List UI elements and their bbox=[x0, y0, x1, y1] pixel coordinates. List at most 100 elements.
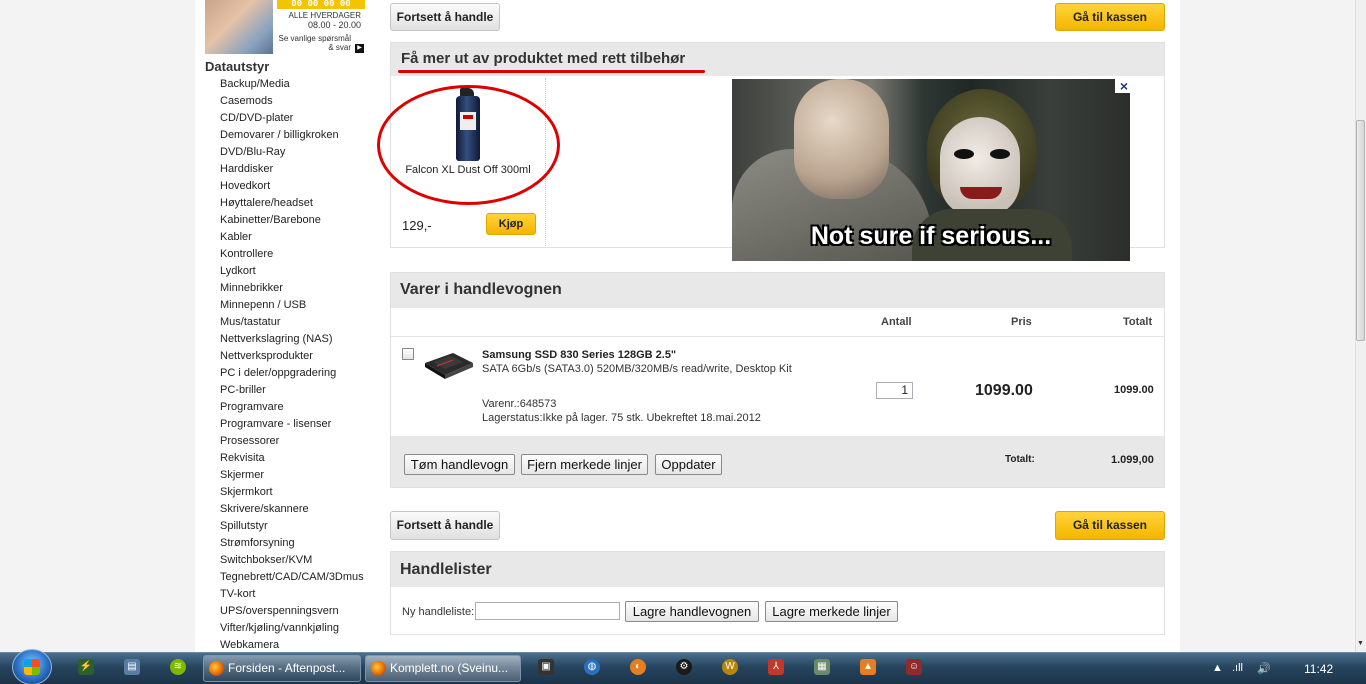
media-icon[interactable]: ◐ bbox=[630, 659, 646, 675]
sidebar-item[interactable]: Skjermkort bbox=[220, 486, 364, 503]
globe-icon[interactable]: ◍ bbox=[584, 659, 600, 675]
empty-cart-button[interactable]: Tøm handlevogn bbox=[404, 454, 515, 475]
cart-item-description: SATA 6Gb/s (SATA3.0) 520MB/320MB/s read/… bbox=[482, 363, 792, 375]
sidebar-item[interactable]: Skjermer bbox=[220, 469, 364, 486]
sidebar-item[interactable]: Programvare bbox=[220, 401, 364, 418]
sidebar-item[interactable]: Spillutstyr bbox=[220, 520, 364, 537]
notepad-icon[interactable]: ▤ bbox=[124, 659, 140, 675]
start-button[interactable] bbox=[12, 649, 52, 684]
continue-shopping-button-bottom[interactable]: Fortsett å handle bbox=[390, 511, 500, 540]
terminal-icon[interactable]: ▣ bbox=[538, 659, 554, 675]
support-promo[interactable]: 00 00 00 00 ALLE HVERDAGER 08.00 - 20.00… bbox=[205, 0, 365, 54]
sidebar-item[interactable]: Nettverksprodukter bbox=[220, 350, 364, 367]
buy-button[interactable]: Kjøp bbox=[486, 213, 536, 235]
close-icon[interactable]: × bbox=[1115, 79, 1133, 93]
sidebar-item[interactable]: UPS/overspenningsvern bbox=[220, 605, 364, 622]
red-underline-annotation bbox=[398, 70, 705, 73]
sidebar-item[interactable]: Kabler bbox=[220, 231, 364, 248]
sidebar-item[interactable]: Programvare - lisenser bbox=[220, 418, 364, 435]
save-marked-button[interactable]: Lagre merkede linjer bbox=[765, 601, 898, 622]
signal-icon[interactable]: .ıll bbox=[1232, 662, 1243, 674]
sidebar-item[interactable]: Strømforsyning bbox=[220, 537, 364, 554]
row-select-checkbox[interactable] bbox=[402, 348, 414, 360]
new-list-label: Ny handleliste: bbox=[402, 606, 475, 618]
cart-item-price: 1099.00 bbox=[975, 382, 1033, 399]
checkout-button-top[interactable]: Gå til kassen bbox=[1055, 3, 1165, 31]
continue-shopping-button-top[interactable]: Fortsett å handle bbox=[390, 3, 500, 31]
support-phone: 00 00 00 00 bbox=[277, 0, 365, 9]
tray-arrow-icon[interactable]: ▲ bbox=[1212, 662, 1223, 674]
cart-sum-label: Totalt: bbox=[1005, 454, 1035, 465]
column-total-header: Totalt bbox=[1123, 316, 1153, 328]
cart-item-total: 1099.00 bbox=[1114, 384, 1154, 396]
checkout-button-bottom[interactable]: Gå til kassen bbox=[1055, 511, 1165, 540]
accessory-title: Få mer ut av produktet med rett tilbehør bbox=[401, 50, 686, 67]
app-icon[interactable]: ☺ bbox=[906, 659, 922, 675]
sidebar-item[interactable]: Mus/tastatur bbox=[220, 316, 364, 333]
sidebar-item[interactable]: Tegnebrett/CAD/CAM/3Dmus bbox=[220, 571, 364, 588]
sidebar-item[interactable]: Webkamera bbox=[220, 639, 364, 652]
red-circle-annotation bbox=[377, 85, 560, 205]
shopping-lists-title: Handlelister bbox=[400, 561, 492, 578]
sidebar-category-list: Backup/Media Casemods CD/DVD-plater Demovar… bbox=[220, 78, 364, 652]
cart-item-sku: Varenr.:648573 bbox=[482, 398, 557, 410]
sidebar-item[interactable]: Høyttalere/headset bbox=[220, 197, 364, 214]
ssd-product-image[interactable] bbox=[423, 351, 475, 380]
sidebar-item[interactable]: Minnepenn / USB bbox=[220, 299, 364, 316]
accessory-price: 129,- bbox=[402, 218, 432, 233]
cart-item-stock: Lagerstatus:Ikke på lager. 75 stk. Ubekr… bbox=[482, 412, 761, 424]
play-arrow-icon[interactable]: ▶ bbox=[355, 44, 364, 53]
sidebar-item[interactable]: Backup/Media bbox=[220, 78, 364, 95]
sidebar-item[interactable]: Harddisker bbox=[220, 163, 364, 180]
sidebar-item[interactable]: Hovedkort bbox=[220, 180, 364, 197]
sidebar-item[interactable]: Kontrollere bbox=[220, 248, 364, 265]
spotify-icon[interactable]: ≋ bbox=[170, 659, 186, 675]
sidebar-title[interactable]: Datautstyr bbox=[205, 59, 269, 74]
sidebar-item[interactable]: Rekvisita bbox=[220, 452, 364, 469]
save-cart-button[interactable]: Lagre handlevognen bbox=[625, 601, 759, 622]
table-divider bbox=[391, 336, 1164, 337]
wow-icon[interactable]: W bbox=[722, 659, 738, 675]
scroll-down-arrow-icon[interactable]: ▼ bbox=[1356, 640, 1365, 650]
sidebar-item[interactable]: Skrivere/skannere bbox=[220, 503, 364, 520]
sidebar-item[interactable]: Casemods bbox=[220, 95, 364, 112]
pdf-icon[interactable]: ⅄ bbox=[768, 659, 784, 675]
meme-caption: Not sure if serious... bbox=[810, 222, 1052, 250]
sidebar-item[interactable]: CD/DVD-plater bbox=[220, 112, 364, 129]
sidebar-item[interactable]: Prosessorer bbox=[220, 435, 364, 452]
faq-link[interactable]: Se vanlige spørsmål & svar bbox=[273, 34, 351, 52]
taskbar-window-aftenposten[interactable]: Forsiden - Aftenpost... bbox=[203, 655, 361, 682]
sidebar-item[interactable]: DVD/Blu-Ray bbox=[220, 146, 364, 163]
firefox-icon bbox=[209, 661, 224, 676]
cart-item-name[interactable]: Samsung SSD 830 Series 128GB 2.5" bbox=[482, 349, 676, 361]
support-person-image bbox=[205, 0, 273, 54]
sidebar-item[interactable]: Vifter/kjøling/vannkjøling bbox=[220, 622, 364, 639]
column-qty-header: Antall bbox=[881, 316, 912, 328]
new-list-input[interactable] bbox=[475, 602, 620, 620]
volume-icon[interactable]: 🔊 bbox=[1257, 662, 1271, 675]
sidebar-item[interactable]: PC i deler/oppgradering bbox=[220, 367, 364, 384]
vlc-icon[interactable]: ▲ bbox=[860, 659, 876, 675]
sidebar-item[interactable]: Lydkort bbox=[220, 265, 364, 282]
pinned-app-icon[interactable]: ⚡ bbox=[78, 659, 94, 675]
taskbar-window-komplett[interactable]: Komplett.no (Sveinu... bbox=[365, 655, 521, 682]
sidebar-item[interactable]: Nettverkslagring (NAS) bbox=[220, 333, 364, 350]
sidebar-item[interactable]: Demovarer / billigkroken bbox=[220, 129, 364, 146]
sidebar-item[interactable]: Minnebrikker bbox=[220, 282, 364, 299]
meme-image: Not sure if serious... bbox=[732, 79, 1130, 261]
steam-icon[interactable]: ⚙ bbox=[676, 659, 692, 675]
remove-marked-button[interactable]: Fjern merkede linjer bbox=[521, 454, 648, 475]
shopping-lists-header bbox=[391, 552, 1164, 587]
sidebar-item[interactable]: PC-briller bbox=[220, 384, 364, 401]
sidebar-item[interactable]: TV-kort bbox=[220, 588, 364, 605]
scrollbar-thumb[interactable] bbox=[1356, 120, 1365, 341]
sidebar-item[interactable]: Switchbokser/KVM bbox=[220, 554, 364, 571]
joker-face bbox=[940, 117, 1020, 217]
column-price-header: Pris bbox=[1011, 316, 1032, 328]
quantity-input[interactable]: 1 bbox=[876, 382, 913, 399]
support-hours: 08.00 - 20.00 bbox=[307, 20, 361, 30]
update-button[interactable]: Oppdater bbox=[655, 454, 722, 475]
clock[interactable]: 11:42 bbox=[1304, 662, 1333, 676]
sidebar-item[interactable]: Kabinetter/Barebone bbox=[220, 214, 364, 231]
network-app-icon[interactable]: ▦ bbox=[814, 659, 830, 675]
